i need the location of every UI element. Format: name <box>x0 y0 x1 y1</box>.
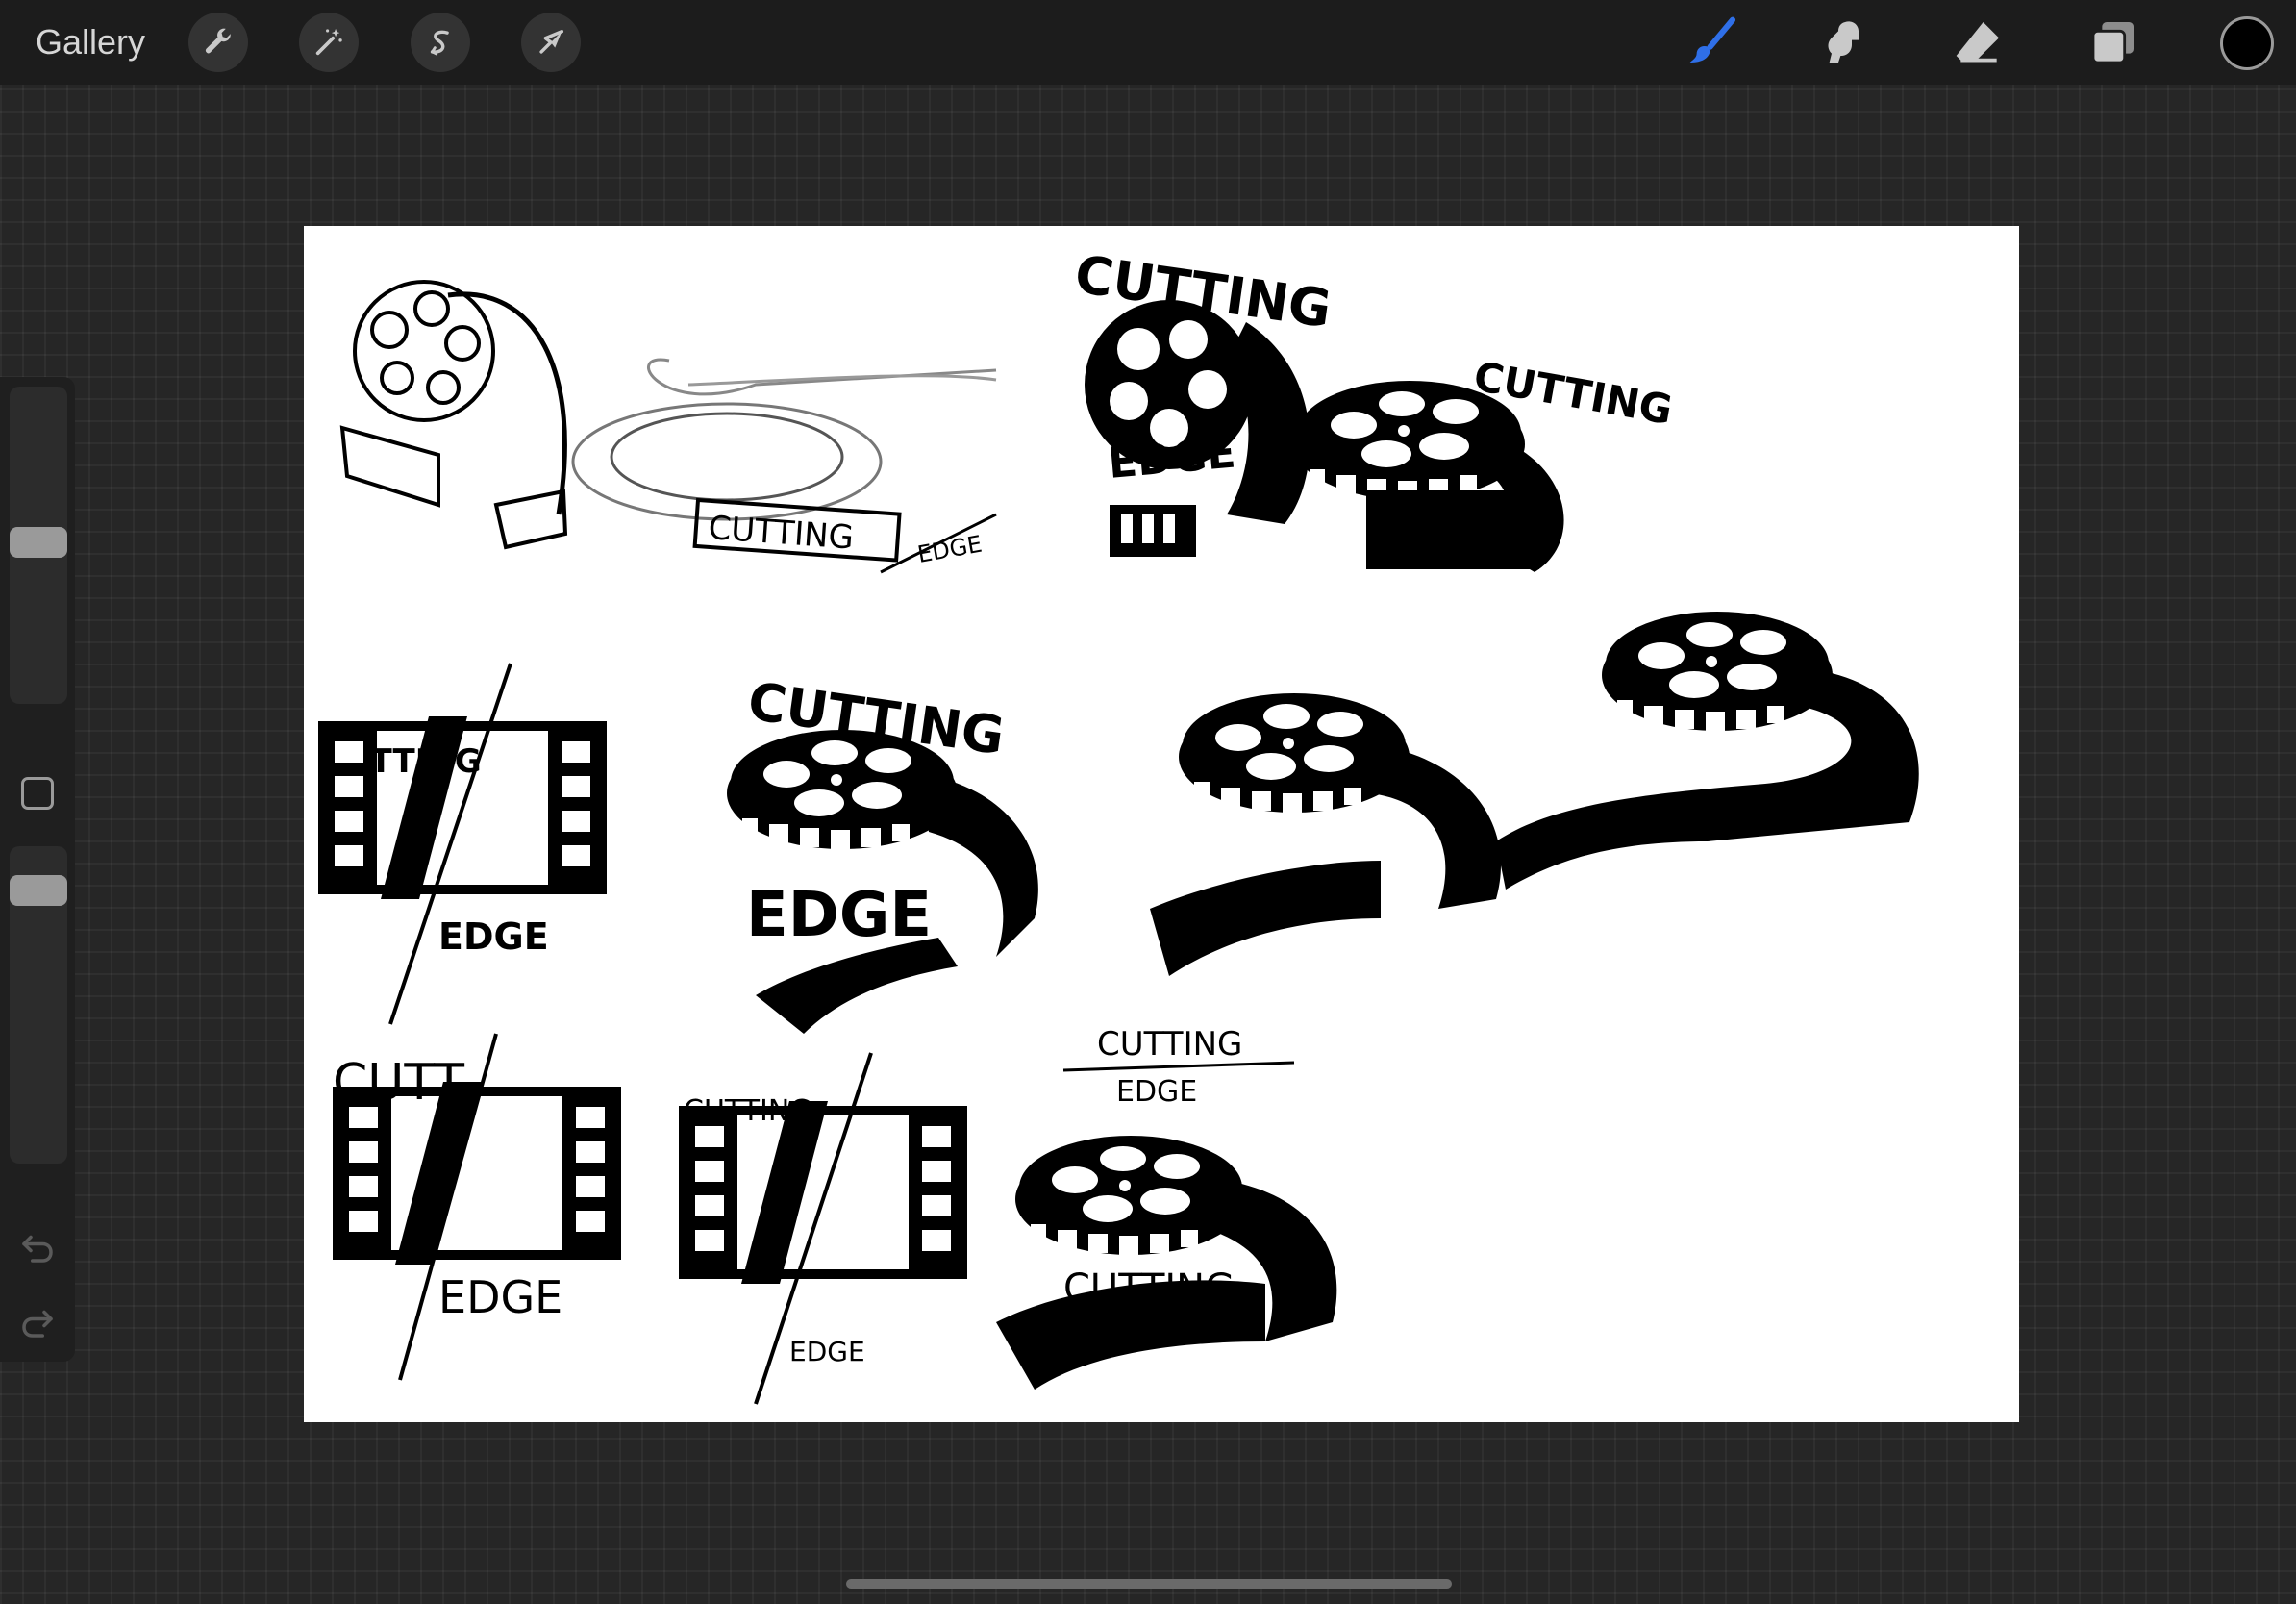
actions-button[interactable] <box>188 13 248 72</box>
wrench-icon <box>205 28 231 54</box>
layers-icon <box>2091 22 2134 64</box>
sketch-text-edge-3: EDGE <box>1381 508 1532 565</box>
home-indicator[interactable] <box>846 1579 1452 1589</box>
eraser-tool-button[interactable] <box>1950 13 2008 71</box>
brush-icon <box>1689 16 1736 63</box>
redo-icon[interactable] <box>17 1302 58 1342</box>
sketch-bold-reel-1: CUTTING EDGE <box>1071 243 1335 557</box>
sketch-grey-reel: CUTTING EDGE <box>571 358 997 574</box>
sketch-3d-reel-5: CUTTING EDGE CUTTING EDGE <box>996 1025 1337 1390</box>
brush-size-thumb[interactable] <box>10 527 67 558</box>
selection-s-icon <box>430 30 449 56</box>
sketch-text-edge-7: EDGE <box>789 1336 865 1367</box>
sketch-film-strip-3: CUTTING EDGE <box>684 1052 962 1405</box>
drawing-canvas[interactable]: CUTTING EDGE CUTTING EDGE CUTTING EDGE C… <box>304 226 2019 1422</box>
arrow-cursor-icon <box>539 29 564 54</box>
sketch-film-strip-1: CUTTING EDGE <box>319 663 602 1025</box>
sketch-reel-outline <box>339 280 568 550</box>
sketch-text-edge-6: EDGE <box>438 1271 562 1323</box>
transform-button[interactable] <box>521 13 581 72</box>
brush-tool-button[interactable] <box>1684 13 1741 71</box>
left-sidebar <box>0 377 75 1362</box>
magic-wand-icon <box>315 28 342 56</box>
sketch-text-edge-5: EDGE <box>746 880 932 951</box>
modify-button[interactable] <box>21 777 54 810</box>
sketch-artwork: CUTTING EDGE CUTTING EDGE CUTTING EDGE C… <box>304 243 1919 1405</box>
sketch-3d-reel-2: CUTTING EDGE <box>727 670 1038 1034</box>
smudge-tool-button[interactable] <box>1816 13 1874 71</box>
sketch-text-edge-8: EDGE <box>1116 1075 1197 1109</box>
undo-icon[interactable] <box>17 1227 58 1267</box>
sketch-3d-reel-1: CUTTING EDGE <box>1294 353 1676 572</box>
color-picker-button[interactable] <box>2220 16 2274 70</box>
sketch-text-cutting-7: CUTTING <box>1097 1025 1242 1064</box>
smudge-icon <box>1828 21 1859 63</box>
selection-button[interactable] <box>411 13 470 72</box>
opacity-thumb[interactable] <box>10 875 67 906</box>
sketch-3d-reel-3 <box>1150 693 1501 976</box>
sketch-film-strip-2: CUTT. EDGE <box>333 1033 616 1381</box>
sketch-text-edge-2: EDGE <box>1107 429 1238 489</box>
sketch-text-cutting-8: CUTTING <box>1063 1266 1235 1311</box>
procreate-workspace: Gallery CUTTING EDGE CUTTING EDGE CUTTIN… <box>0 0 2296 1604</box>
sketch-text-edge-4: EDGE <box>438 915 549 958</box>
eraser-icon <box>1956 22 1999 63</box>
adjustments-button[interactable] <box>299 13 359 72</box>
top-toolbar: Gallery <box>0 0 2296 85</box>
gallery-button[interactable]: Gallery <box>36 19 145 65</box>
sketch-text-edge-9: EDGE <box>1111 1316 1192 1348</box>
sketch-3d-reel-4 <box>1496 612 1919 890</box>
layers-button[interactable] <box>2084 13 2142 71</box>
